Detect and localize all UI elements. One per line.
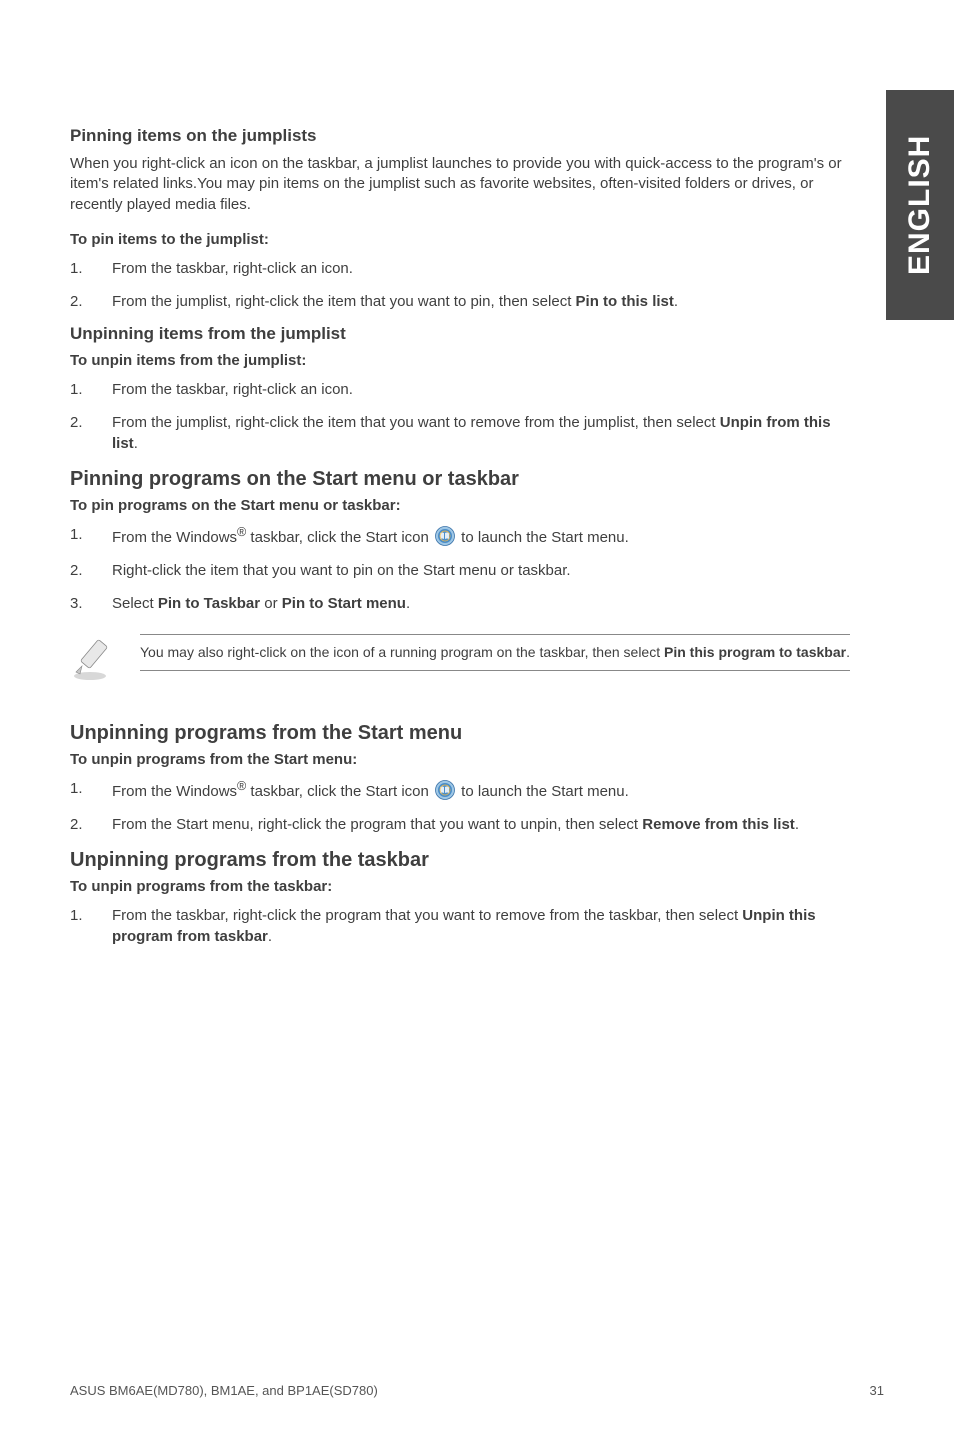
text-run: From the jumplist, right-click the item …	[112, 293, 576, 310]
step-text: From the Windows® taskbar, click the Sta…	[112, 529, 629, 546]
subhead-unpin-jumplist: Unpinning items from the jumplist	[70, 324, 850, 344]
windows-start-icon	[435, 780, 455, 800]
step-number: 2.	[70, 291, 83, 312]
text-run: .	[674, 293, 678, 310]
steps-pin-jumplist: 1. From the taskbar, right-click an icon.…	[70, 258, 850, 312]
note-box: You may also right-click on the icon of …	[70, 634, 850, 682]
footer-left: ASUS BM6AE(MD780), BM1AE, and BP1AE(SD78…	[70, 1383, 378, 1398]
text-run: Select	[112, 595, 158, 612]
step-text: From the jumplist, right-click the item …	[112, 414, 831, 452]
step-number: 1.	[70, 524, 83, 545]
step-number: 1.	[70, 778, 83, 799]
text-run: taskbar, click the Start icon	[246, 783, 433, 800]
step-text: From the Start menu, right-click the pro…	[112, 816, 799, 833]
steps-unpin-start: 1. From the Windows® taskbar, click the S…	[70, 778, 850, 835]
step-number: 2.	[70, 560, 83, 581]
proc-title-unpin-start: To unpin programs from the Start menu:	[70, 751, 850, 768]
step-text: From the jumplist, right-click the item …	[112, 293, 678, 310]
note-text: You may also right-click on the icon of …	[140, 634, 850, 672]
step-text: From the taskbar, right-click the progra…	[112, 907, 816, 945]
steps-unpin-jumplist: 1. From the taskbar, right-click an icon.…	[70, 379, 850, 454]
proc-title-pin-jumplist: To pin items to the jumplist:	[70, 231, 850, 248]
list-item: 3. Select Pin to Taskbar or Pin to Start …	[70, 593, 850, 614]
steps-unpin-taskbar: 1. From the taskbar, right-click the prog…	[70, 905, 850, 947]
step-text: From the taskbar, right-click an icon.	[112, 381, 353, 398]
proc-title-unpin-taskbar: To unpin programs from the taskbar:	[70, 878, 850, 895]
text-run: .	[795, 816, 799, 833]
list-item: 1. From the Windows® taskbar, click the S…	[70, 524, 850, 548]
list-item: 1. From the taskbar, right-click the prog…	[70, 905, 850, 947]
text-bold: Remove from this list	[642, 816, 795, 833]
list-item: 2. From the Start menu, right-click the p…	[70, 814, 850, 835]
page-content: Pinning items on the jumplists When you …	[70, 126, 850, 947]
proc-title-unpin-jumplist: To unpin items from the jumplist:	[70, 352, 850, 369]
text-bold: Pin to Start menu	[282, 595, 406, 612]
text-run: .	[134, 435, 138, 452]
windows-start-icon	[435, 526, 455, 546]
language-tab: ENGLISH	[886, 90, 954, 320]
pencil-icon	[70, 636, 116, 682]
list-item: 1. From the taskbar, right-click an icon.	[70, 258, 850, 279]
section-unpin-start: Unpinning programs from the Start menu	[70, 722, 850, 745]
step-number: 1.	[70, 379, 83, 400]
list-item: 2. Right-click the item that you want to …	[70, 560, 850, 581]
text-run: From the Windows	[112, 783, 237, 800]
page-footer: ASUS BM6AE(MD780), BM1AE, and BP1AE(SD78…	[70, 1383, 884, 1398]
step-number: 1.	[70, 258, 83, 279]
list-item: 2. From the jumplist, right-click the ite…	[70, 412, 850, 454]
registered-mark: ®	[237, 779, 246, 793]
text-run: From the Start menu, right-click the pro…	[112, 816, 642, 833]
list-item: 2. From the jumplist, right-click the ite…	[70, 291, 850, 312]
registered-mark: ®	[237, 525, 246, 539]
text-run: .	[406, 595, 410, 612]
section-unpin-taskbar: Unpinning programs from the taskbar	[70, 849, 850, 872]
step-number: 2.	[70, 412, 83, 433]
text-run: to launch the Start menu.	[457, 783, 629, 800]
step-text: From the Windows® taskbar, click the Sta…	[112, 783, 629, 800]
list-item: 1. From the taskbar, right-click an icon.	[70, 379, 850, 400]
step-text: Right-click the item that you want to pi…	[112, 562, 571, 579]
text-run: to launch the Start menu.	[457, 529, 629, 546]
proc-title-pin-programs: To pin programs on the Start menu or tas…	[70, 497, 850, 514]
text-bold: Pin this program to taskbar	[664, 644, 846, 660]
section-pin-programs: Pinning programs on the Start menu or ta…	[70, 468, 850, 491]
step-text: Select Pin to Taskbar or Pin to Start me…	[112, 595, 410, 612]
text-run: You may also right-click on the icon of …	[140, 644, 664, 660]
text-run: From the taskbar, right-click the progra…	[112, 907, 742, 924]
text-run: From the Windows	[112, 529, 237, 546]
intro-pin-jumplist: When you right-click an icon on the task…	[70, 154, 850, 215]
step-number: 2.	[70, 814, 83, 835]
step-number: 3.	[70, 593, 83, 614]
footer-page-number: 31	[870, 1383, 884, 1398]
steps-pin-programs: 1. From the Windows® taskbar, click the S…	[70, 524, 850, 614]
text-bold: Pin to Taskbar	[158, 595, 260, 612]
text-run: .	[268, 928, 272, 945]
text-run: From the jumplist, right-click the item …	[112, 414, 720, 431]
text-bold: Pin to this list	[576, 293, 674, 310]
step-number: 1.	[70, 905, 83, 926]
text-run: or	[260, 595, 282, 612]
list-item: 1. From the Windows® taskbar, click the S…	[70, 778, 850, 802]
text-run: .	[846, 644, 850, 660]
text-run: taskbar, click the Start icon	[246, 529, 433, 546]
subhead-pin-jumplist: Pinning items on the jumplists	[70, 126, 850, 146]
step-text: From the taskbar, right-click an icon.	[112, 260, 353, 277]
